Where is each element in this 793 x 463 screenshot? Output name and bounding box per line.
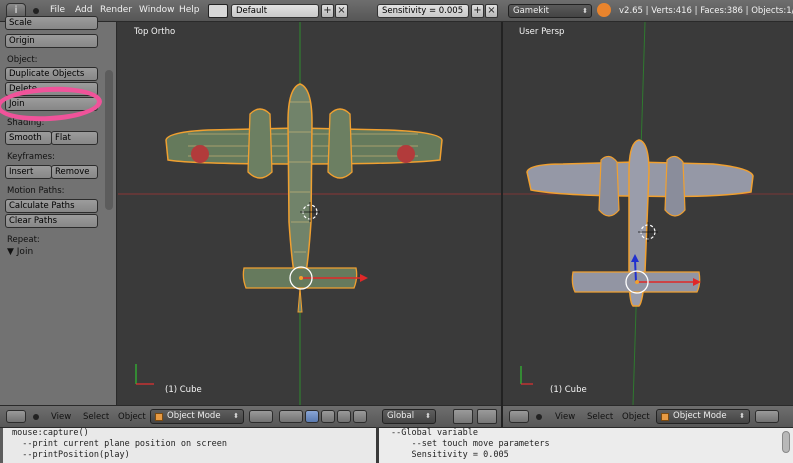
- screen-layout-icon[interactable]: [208, 4, 228, 18]
- active-object-label: (1) Cube: [165, 385, 202, 395]
- scale-manipulator-icon[interactable]: [353, 410, 367, 423]
- chevron-updown-icon: ⬍: [582, 7, 588, 15]
- interaction-mode-label: Object Mode: [673, 411, 727, 421]
- menu-render[interactable]: Render: [100, 5, 132, 15]
- clear-paths-button[interactable]: Clear Paths: [5, 214, 98, 228]
- code-line: --print current plane position on screen: [12, 439, 227, 449]
- viewport-shading-icon[interactable]: [249, 410, 273, 423]
- active-object-label: (1) Cube: [550, 385, 587, 395]
- info-header: i File Add Render Window Help Default + …: [0, 0, 793, 22]
- flat-button[interactable]: Flat: [51, 131, 98, 145]
- menu-file[interactable]: File: [50, 5, 65, 15]
- render-engine-label: Gamekit: [513, 6, 549, 16]
- chevron-updown-icon: ⬍: [739, 412, 745, 420]
- airplane-persp-model: [526, 139, 754, 307]
- code-line: mouse:capture(): [12, 428, 89, 438]
- view3d-header-left: View Select Object Object Mode ⬍ Global …: [0, 405, 501, 427]
- menu-collapse-icon[interactable]: [536, 414, 542, 420]
- code-line: --Global variable: [391, 428, 478, 438]
- object-section-label: Object:: [7, 55, 38, 65]
- menu-add[interactable]: Add: [75, 5, 92, 15]
- code-area[interactable]: mouse:capture() --print current plane po…: [3, 428, 376, 463]
- remove-keyframe-button[interactable]: Remove: [51, 165, 98, 179]
- menu-collapse-icon[interactable]: [33, 8, 39, 14]
- menu-view[interactable]: View: [51, 412, 71, 422]
- transform-orientation-label: Global: [387, 411, 415, 421]
- viewport-title: Top Ortho: [134, 27, 176, 37]
- viewport-user-persp[interactable]: User Persp (1) Cube: [503, 22, 793, 405]
- menu-view[interactable]: View: [555, 412, 575, 422]
- layers-grid-icon[interactable]: [453, 409, 473, 424]
- smooth-button[interactable]: Smooth: [5, 131, 52, 145]
- viewport-title: User Persp: [519, 27, 565, 37]
- add-layout-button[interactable]: +: [321, 4, 334, 18]
- rotate-manipulator-icon[interactable]: [337, 410, 351, 423]
- motion-paths-section-label: Motion Paths:: [7, 186, 65, 196]
- blender-logo-icon: [597, 3, 611, 17]
- interaction-mode-label: Object Mode: [167, 411, 221, 421]
- repeat-section-label: Repeat:: [7, 235, 40, 245]
- render-engine-select[interactable]: Gamekit ⬍: [508, 4, 592, 18]
- viewport-shading-icon[interactable]: [755, 410, 779, 423]
- interaction-mode-select[interactable]: Object Mode ⬍: [150, 409, 244, 424]
- menu-select[interactable]: Select: [587, 412, 613, 422]
- scale-button[interactable]: Scale: [5, 16, 98, 30]
- menu-collapse-icon[interactable]: [33, 414, 39, 420]
- menu-object[interactable]: Object: [622, 412, 650, 422]
- transform-orientation-select[interactable]: Global ⬍: [382, 409, 436, 424]
- remove-layout-button[interactable]: ×: [335, 4, 348, 18]
- duplicate-objects-button[interactable]: Duplicate Objects: [5, 67, 98, 81]
- interaction-mode-select[interactable]: Object Mode ⬍: [656, 409, 750, 424]
- tool-shelf-scrollbar[interactable]: [105, 70, 113, 210]
- text-editor-left[interactable]: mouse:capture() --print current plane po…: [0, 427, 376, 463]
- pivot-point-icon[interactable]: [279, 410, 303, 423]
- last-operator-panel[interactable]: ▼ Join: [7, 247, 33, 257]
- viewport-top-ortho[interactable]: Top Ortho (1) Cube: [118, 22, 501, 405]
- scene-field[interactable]: Sensitivity = 0.005: [377, 4, 469, 18]
- axis-gizmo-icon: [520, 366, 533, 385]
- chevron-updown-icon: ⬍: [233, 412, 239, 420]
- code-line: --set touch move parameters: [391, 439, 550, 449]
- calculate-paths-button[interactable]: Calculate Paths: [5, 199, 98, 213]
- text-editor-scrollbar[interactable]: [782, 431, 790, 453]
- editor-type-icon[interactable]: [6, 410, 26, 423]
- view3d-header-right: View Select Object Object Mode ⬍: [503, 405, 793, 427]
- add-scene-button[interactable]: +: [471, 4, 484, 18]
- insert-keyframe-button[interactable]: Insert: [5, 165, 52, 179]
- top-ortho-scene: [118, 22, 501, 405]
- code-line: --printPosition(play): [12, 450, 130, 460]
- axis-gizmo-icon: [135, 364, 154, 385]
- menu-help[interactable]: Help: [179, 5, 200, 15]
- layers-grid-icon-2[interactable]: [477, 409, 497, 424]
- translate-manipulator-icon[interactable]: [321, 410, 335, 423]
- menu-window[interactable]: Window: [139, 5, 175, 15]
- editor-type-icon[interactable]: [509, 410, 529, 423]
- origin-button[interactable]: Origin: [5, 34, 98, 48]
- object-mode-icon: [155, 413, 163, 421]
- screen-layout-field[interactable]: Default: [231, 4, 319, 18]
- chevron-updown-icon: ⬍: [425, 412, 431, 420]
- tool-shelf: Scale Origin Object: Duplicate Objects D…: [0, 16, 117, 405]
- menu-object[interactable]: Object: [118, 412, 146, 422]
- remove-scene-button[interactable]: ×: [485, 4, 498, 18]
- manipulator-toggle-icon[interactable]: [305, 410, 319, 423]
- menu-select[interactable]: Select: [83, 412, 109, 422]
- text-editor-right[interactable]: --Global variable --set touch move param…: [379, 427, 793, 463]
- keyframes-section-label: Keyframes:: [7, 152, 55, 162]
- object-mode-icon: [661, 413, 669, 421]
- code-line: Sensitivity = 0.005: [391, 450, 509, 460]
- user-persp-scene: [503, 22, 793, 405]
- scene-stats: v2.65 | Verts:416 | Faces:386 | Objects:…: [619, 6, 793, 16]
